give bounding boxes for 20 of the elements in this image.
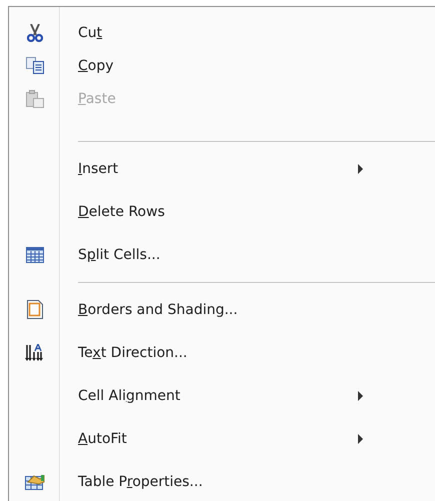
menu-item[interactable]: Table Properties... [9, 460, 435, 501]
submenu-arrow-icon [358, 434, 363, 444]
menu-item[interactable]: Copy [9, 49, 435, 82]
table-icon [26, 246, 44, 262]
copy-icon [26, 57, 44, 74]
page-icon [26, 300, 42, 319]
menu-item[interactable]: Borders and Shading... [9, 288, 435, 331]
menu-item[interactable]: AutoFit [9, 417, 435, 460]
menu-item[interactable]: Cell Alignment [9, 374, 435, 417]
scissors-icon [26, 24, 42, 42]
table-properties-icon [24, 473, 44, 490]
clipboard-icon [26, 90, 44, 108]
menu-item[interactable]: Cut [9, 16, 435, 49]
menu-item[interactable]: Text Direction... [9, 331, 435, 374]
menu-item[interactable]: Insert [9, 147, 435, 190]
menu-item[interactable]: Delete Rows [9, 190, 435, 233]
menu-item[interactable]: Split Cells... [9, 233, 435, 276]
text-direction-icon [24, 344, 44, 362]
submenu-arrow-icon [358, 164, 363, 174]
submenu-arrow-icon [358, 390, 363, 400]
